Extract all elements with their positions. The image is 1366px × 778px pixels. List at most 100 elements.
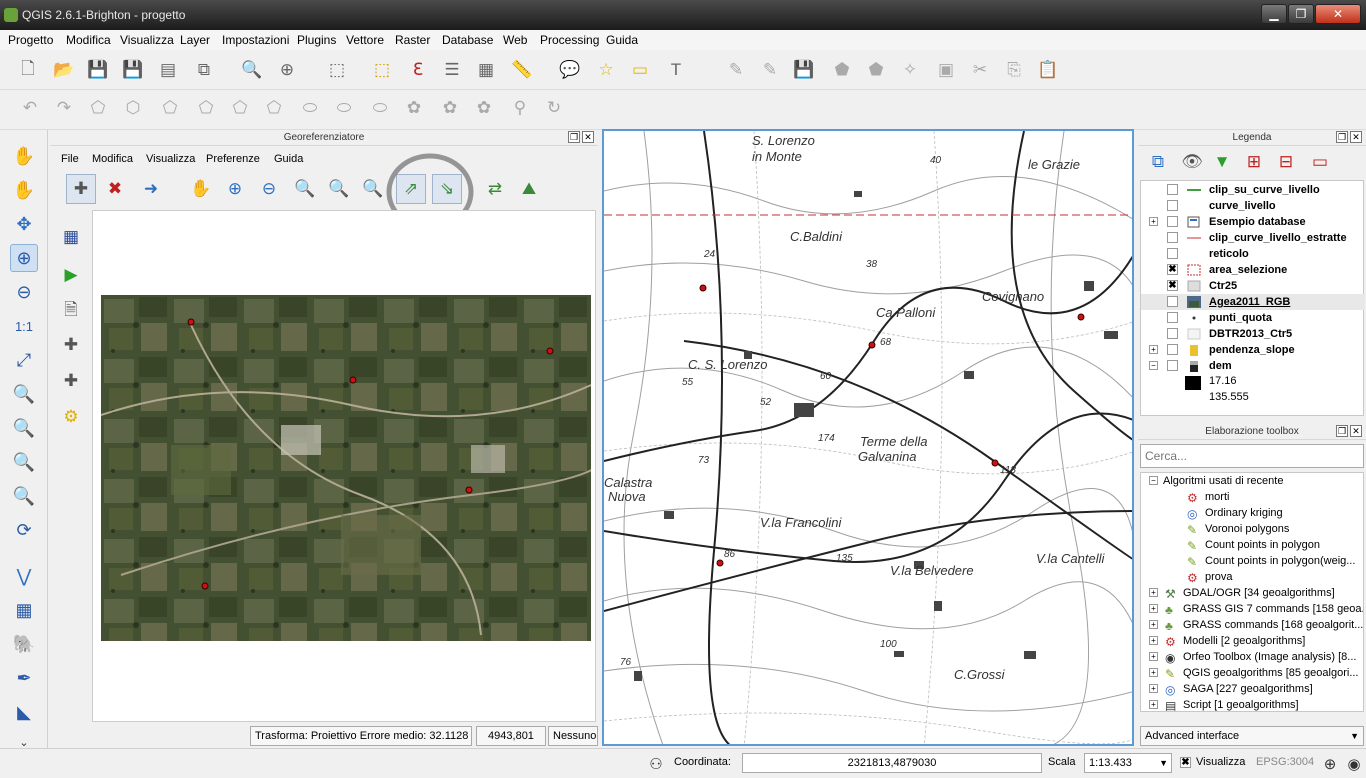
zoom-last-icon[interactable]: 🔍 (10, 448, 38, 476)
algorithm-tree[interactable]: − Algoritmi usati di recente ⚙ morti ◎ O… (1140, 472, 1364, 712)
new-project-icon[interactable]: 🗋 (16, 58, 40, 82)
statistics-icon[interactable]: ▦ (474, 58, 498, 82)
generate-gdal-script-icon[interactable]: 🗎 (56, 296, 86, 326)
algorithm-item[interactable]: ⚙ morti (1141, 489, 1363, 505)
show-bookmarks-icon[interactable]: ▭ (628, 58, 652, 82)
delete-selected-icon[interactable]: ▣ (934, 58, 958, 82)
cut-features-icon[interactable]: ✂ (968, 58, 992, 82)
measure-icon[interactable]: ⊕ (275, 58, 299, 82)
add-ring-icon[interactable]: ⬡ (121, 96, 145, 120)
zoom-in-icon[interactable]: ⊕ (10, 244, 38, 272)
menu-layer[interactable]: Layer (180, 33, 210, 47)
provider-item[interactable]: + ◎ SAGA [227 geoalgorithms] (1141, 681, 1363, 697)
messages-icon[interactable]: ⚇ (644, 752, 668, 776)
crs-status[interactable]: EPSG:3004 (1256, 756, 1314, 768)
fill-ring-icon[interactable]: ⬠ (194, 96, 218, 120)
close-button[interactable]: ✕ (1315, 4, 1361, 24)
georef-zoom-in-icon[interactable]: ⊕ (220, 174, 250, 204)
layer-checkbox[interactable] (1167, 184, 1178, 195)
expand-toggle[interactable]: + (1149, 620, 1158, 629)
add-spatialite-layer-icon[interactable]: ✒ (10, 664, 38, 692)
new-print-composer-icon[interactable]: ▤ (156, 58, 180, 82)
delete-ring-icon[interactable]: ⬠ (228, 96, 252, 120)
provider-item[interactable]: + ◉ Orfeo Toolbox (Image analysis) [8... (1141, 649, 1363, 665)
layer-row[interactable]: clip_curve_livello_estratte (1141, 230, 1365, 246)
toolbox-search-input[interactable]: Cerca... (1140, 444, 1364, 468)
expand-toggle[interactable]: + (1149, 684, 1158, 693)
zoom-next-icon[interactable]: 🔍 (10, 482, 38, 510)
maximize-button[interactable]: ❐ (1288, 4, 1314, 24)
layer-tree[interactable]: clip_su_curve_livello curve_livello + Es… (1140, 180, 1365, 416)
map-tips-icon[interactable]: 💬 (558, 58, 582, 82)
zoom-full-icon[interactable]: ⤢ (10, 346, 38, 374)
minimize-button[interactable]: ▁ (1261, 4, 1287, 24)
simplify-feature-icon[interactable]: ⬠ (86, 96, 110, 120)
layer-checkbox[interactable] (1167, 312, 1178, 323)
legend-close-button[interactable]: ✕ (1350, 131, 1362, 143)
add-wms-layer-icon[interactable]: ◣ (10, 698, 38, 726)
identify-features-icon[interactable]: 🔍 (240, 58, 264, 82)
merge-features-icon[interactable]: ✿ (438, 96, 462, 120)
menu-modifica[interactable]: Modifica (66, 33, 111, 47)
layer-row[interactable]: − dem (1141, 358, 1365, 374)
georef-menu-guida[interactable]: Guida (274, 153, 303, 165)
layer-row[interactable]: reticolo (1141, 246, 1365, 262)
save-gcp-points-icon[interactable]: ✚ (56, 366, 86, 396)
deselect-icon[interactable]: ⬚ (370, 58, 394, 82)
menu-plugins[interactable]: Plugins (297, 33, 336, 47)
expand-toggle[interactable]: + (1149, 636, 1158, 645)
move-feature-icon[interactable]: ⬟ (864, 58, 888, 82)
current-edits-icon[interactable]: ✎ (724, 58, 748, 82)
measure-line-icon[interactable]: 📏 (510, 58, 534, 82)
provider-item[interactable]: + ✎ QGIS geoalgorithms [85 geoalgori... (1141, 665, 1363, 681)
layer-row-selected[interactable]: Agea2011_RGB (1141, 294, 1365, 310)
composer-manager-icon[interactable]: ⧉ (192, 58, 216, 82)
algorithm-item[interactable]: ✎ Voronoi polygons (1141, 521, 1363, 537)
georef-menu-visualizza[interactable]: Visualizza (146, 153, 195, 165)
rotate-label-icon[interactable]: ⚲ (508, 96, 532, 120)
menu-processing[interactable]: Processing (540, 33, 599, 47)
zoom-layer-icon[interactable]: 🔍 (10, 414, 38, 442)
expand-toggle[interactable]: + (1149, 700, 1158, 709)
tree-group-recent[interactable]: − Algoritmi usati di recente (1141, 473, 1363, 489)
collapse-toggle[interactable]: − (1149, 361, 1158, 370)
georeferencer-canvas[interactable] (92, 210, 596, 722)
pan-icon[interactable]: ✋ (10, 176, 38, 204)
expand-toggle[interactable]: + (1149, 668, 1158, 677)
expand-all-icon[interactable]: ⊞ (1242, 150, 1266, 174)
expand-toggle[interactable]: + (1149, 588, 1158, 597)
menu-web[interactable]: Web (503, 33, 527, 47)
open-project-icon[interactable]: 📂 (52, 58, 76, 82)
menu-raster[interactable]: Raster (395, 33, 430, 47)
remove-layer-icon[interactable]: ▭ (1308, 150, 1332, 174)
select-features-icon[interactable]: ⬚ (325, 58, 349, 82)
map-canvas[interactable]: S. Lorenzo in Monte le Grazie C.Baldini … (602, 129, 1134, 746)
layer-checkbox[interactable] (1167, 232, 1178, 243)
move-point-icon[interactable]: ➜ (136, 174, 166, 204)
add-raster-layer-icon[interactable]: ▦ (10, 596, 38, 624)
copy-features-icon[interactable]: ⎘ (1002, 58, 1026, 82)
open-raster-icon[interactable]: ▦ (56, 222, 86, 252)
crs-globe-icon[interactable]: ⊕ (1318, 752, 1342, 776)
algorithm-item[interactable]: ✎ Count points in polygon (1141, 537, 1363, 553)
render-checkbox[interactable]: ✖ (1180, 757, 1191, 768)
layer-row[interactable]: ✖ area_selezione (1141, 262, 1365, 278)
toolbox-float-button[interactable]: ❐ (1336, 425, 1348, 437)
zoom-out-icon[interactable]: ⊖ (10, 278, 38, 306)
expand-toggle[interactable]: + (1149, 604, 1158, 613)
menu-guida[interactable]: Guida (606, 33, 638, 47)
new-bookmark-icon[interactable]: ☆ (594, 58, 618, 82)
layer-checkbox-checked[interactable]: ✖ (1167, 280, 1178, 291)
provider-item[interactable]: + ⚙ Modelli [2 geoalgorithms] (1141, 633, 1363, 649)
save-as-icon[interactable]: 💾 (121, 58, 145, 82)
rotate-point-icon[interactable]: ↻ (542, 96, 566, 120)
georef-menu-modifica[interactable]: Modifica (92, 153, 133, 165)
georef-zoom-out-icon[interactable]: ⊖ (254, 174, 284, 204)
georef-menu-file[interactable]: File (61, 153, 79, 165)
menu-visualizza[interactable]: Visualizza (120, 33, 174, 47)
save-edits-icon[interactable]: 💾 (792, 58, 816, 82)
provider-item[interactable]: + ▤ Script [1 geoalgorithms] (1141, 697, 1363, 711)
layer-checkbox[interactable] (1167, 328, 1178, 339)
georef-zoom-layer-icon[interactable]: 🔍 (290, 174, 320, 204)
zoom-selection-icon[interactable]: 🔍 (10, 380, 38, 408)
